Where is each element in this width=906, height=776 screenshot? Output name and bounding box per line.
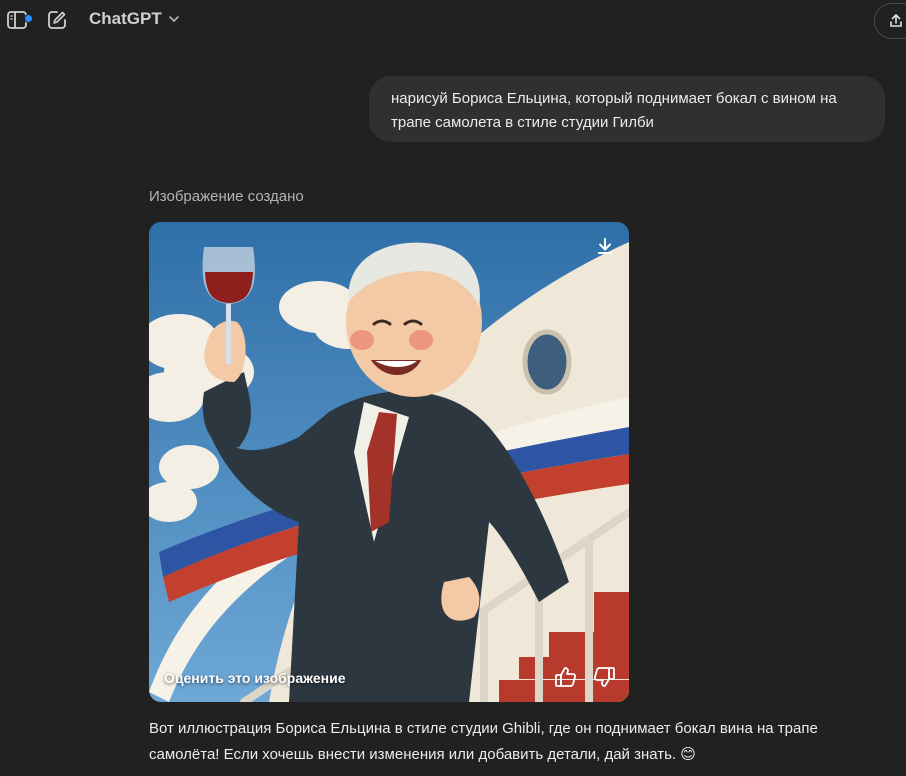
share-icon (890, 14, 902, 27)
thumbs-up-icon (555, 667, 577, 687)
thumbs-down-icon (593, 667, 615, 687)
thumbs-down-button[interactable] (591, 664, 617, 690)
assistant-reply: Вот иллюстрация Бориса Ельцина в стиле с… (149, 720, 818, 763)
share-button[interactable] (874, 3, 906, 39)
model-name: ChatGPT (89, 9, 162, 28)
generated-image-art (149, 222, 629, 702)
user-message-bubble: нарисуй Бориса Ельцина, который поднимае… (369, 76, 885, 142)
thumbs-up-button[interactable] (553, 664, 579, 690)
sidebar-toggle-button[interactable] (4, 6, 33, 34)
chevron-down-icon (168, 16, 179, 23)
image-status-label: Изображение создано (149, 188, 304, 205)
download-button[interactable] (591, 232, 619, 260)
rate-image-label: Оценить это изображение (164, 670, 346, 686)
user-message-text: нарисуй Бориса Ельцина, который поднимае… (391, 90, 837, 131)
download-icon (598, 238, 612, 254)
top-bar: ChatGPT (0, 0, 906, 40)
new-chat-button[interactable] (44, 6, 70, 34)
notification-dot (24, 14, 33, 23)
model-selector[interactable]: ChatGPT (89, 9, 180, 29)
new-chat-icon (48, 11, 66, 29)
generated-image[interactable]: Оценить это изображение (149, 222, 629, 702)
